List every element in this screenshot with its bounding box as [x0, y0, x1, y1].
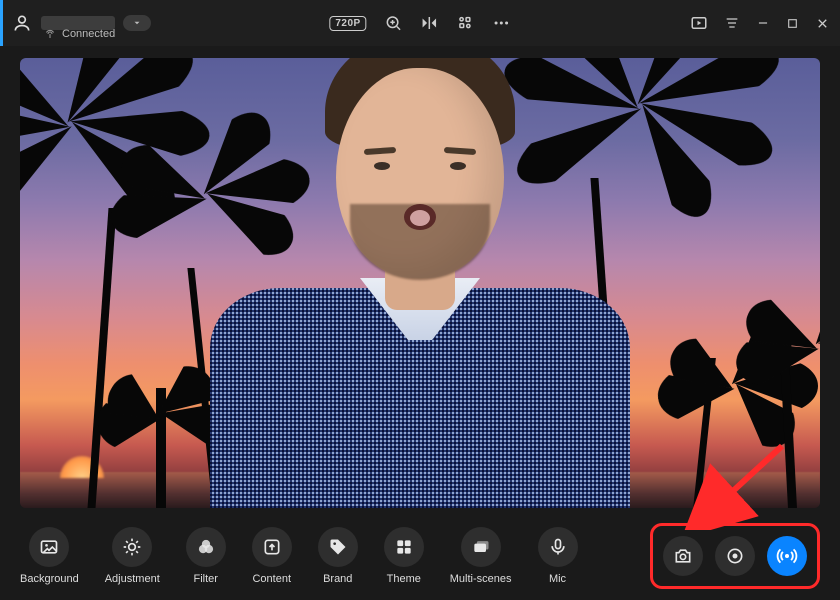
- tool-list: Background Adjustment Filter C: [20, 527, 578, 585]
- tool-label: Filter: [194, 573, 218, 585]
- subject-person: [210, 68, 630, 508]
- mic-icon: [548, 537, 568, 557]
- connection-status-label: Connected: [62, 28, 115, 40]
- filter-venn-icon: [196, 537, 216, 557]
- user-dropdown[interactable]: [123, 15, 151, 31]
- window-maximize-button[interactable]: [786, 17, 799, 30]
- title-bar-right: [690, 14, 830, 32]
- resolution-button[interactable]: 720P: [329, 16, 366, 31]
- tool-label: Multi-scenes: [450, 573, 512, 585]
- bottom-toolbar: Background Adjustment Filter C: [0, 514, 840, 600]
- title-bar-center: 720P: [329, 14, 510, 32]
- tool-background[interactable]: Background: [20, 527, 79, 585]
- connection-status: Connected: [44, 28, 115, 40]
- tool-theme[interactable]: Theme: [384, 527, 424, 585]
- zoom-in-icon[interactable]: [385, 14, 403, 32]
- tool-label: Adjustment: [105, 573, 160, 585]
- title-bar: Connected 720P: [0, 0, 840, 46]
- brightness-icon: [122, 537, 142, 557]
- layout-grid-icon[interactable]: [457, 14, 475, 32]
- go-live-button[interactable]: [767, 536, 807, 576]
- upload-icon: [262, 537, 282, 557]
- window-minimize-button[interactable]: [756, 16, 770, 30]
- window-close-button[interactable]: [815, 16, 830, 31]
- theme-grid-icon: [394, 537, 414, 557]
- tool-label: Theme: [387, 573, 421, 585]
- connection-icon: [44, 28, 56, 40]
- video-preview[interactable]: [20, 58, 820, 508]
- more-icon[interactable]: [493, 14, 511, 32]
- broadcast-icon: [776, 545, 798, 567]
- tool-multi-scenes[interactable]: Multi-scenes: [450, 527, 512, 585]
- menu-lines-icon[interactable]: [724, 15, 740, 31]
- capture-controls-highlight: [650, 523, 820, 589]
- preview-window-icon[interactable]: [690, 14, 708, 32]
- tool-label: Brand: [323, 573, 352, 585]
- tool-content[interactable]: Content: [252, 527, 292, 585]
- snapshot-button[interactable]: [663, 536, 703, 576]
- image-icon: [39, 537, 59, 557]
- tool-label: Mic: [549, 573, 566, 585]
- tool-label: Content: [252, 573, 291, 585]
- camera-icon: [673, 546, 693, 566]
- tool-label: Background: [20, 573, 79, 585]
- tool-adjustment[interactable]: Adjustment: [105, 527, 160, 585]
- scenes-stack-icon: [471, 537, 491, 557]
- tag-icon: [328, 537, 348, 557]
- tool-mic[interactable]: Mic: [538, 527, 578, 585]
- tool-brand[interactable]: Brand: [318, 527, 358, 585]
- user-avatar-icon[interactable]: [11, 12, 33, 34]
- mirror-icon[interactable]: [421, 14, 439, 32]
- record-button[interactable]: [715, 536, 755, 576]
- tool-filter[interactable]: Filter: [186, 527, 226, 585]
- record-icon: [725, 546, 745, 566]
